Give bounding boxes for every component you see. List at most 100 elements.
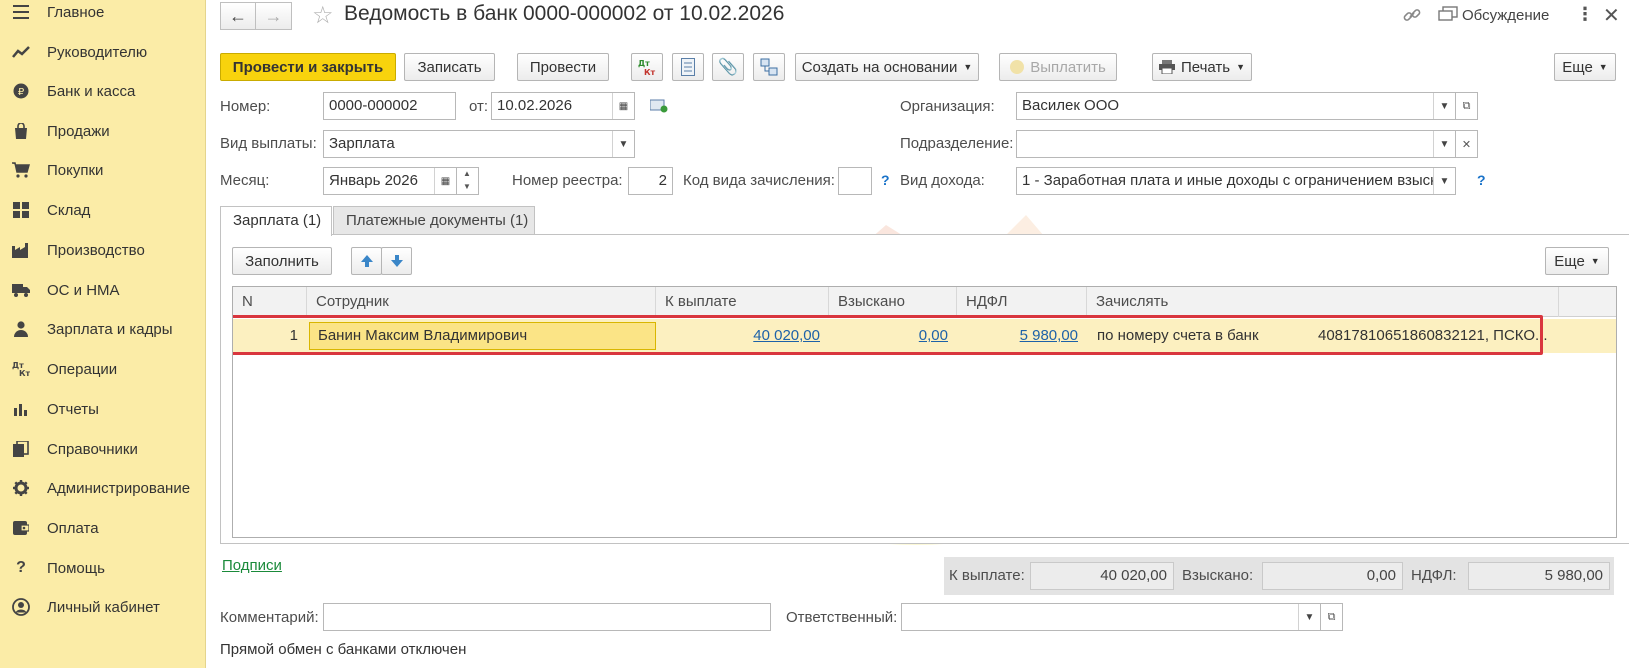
date-input[interactable]: 10.02.2026 ▦ bbox=[491, 92, 635, 120]
table-more-button[interactable]: Еще ▼ bbox=[1545, 247, 1609, 275]
chevron-down-icon: ▼ bbox=[1598, 62, 1608, 72]
sidebar-item-manager[interactable]: Руководителю bbox=[0, 35, 206, 69]
help-icon[interactable]: ? bbox=[881, 172, 890, 188]
chevron-up-icon[interactable]: ▲ bbox=[463, 169, 471, 178]
sidebar-item-operations[interactable]: Дт Кт Операции bbox=[0, 352, 206, 386]
sidebar-item-admin[interactable]: Администрирование bbox=[0, 471, 206, 505]
sidebar-item-label: Оплата bbox=[47, 519, 99, 537]
column-header-ndfl[interactable]: НДФЛ bbox=[956, 287, 1086, 317]
income-type-label: Вид дохода: bbox=[900, 172, 985, 189]
column-header-credit-method[interactable]: Зачислять bbox=[1086, 287, 1558, 317]
tab-payment-documents[interactable]: Платежные документы (1) bbox=[333, 206, 535, 235]
chevron-down-icon[interactable]: ▼ bbox=[1433, 93, 1455, 119]
sidebar-item-directories[interactable]: Справочники bbox=[0, 432, 206, 466]
column-header-collected[interactable]: Взыскано bbox=[828, 287, 956, 317]
sidebar-item-label: Помощь bbox=[47, 559, 105, 577]
tab-salary[interactable]: Зарплата (1) bbox=[220, 206, 332, 236]
comment-input[interactable] bbox=[323, 603, 771, 631]
division-select[interactable]: ▼ bbox=[1016, 130, 1456, 158]
sidebar-item-sales[interactable]: Продажи bbox=[0, 114, 206, 148]
column-header-to-pay[interactable]: К выплате bbox=[655, 287, 828, 317]
more-button[interactable]: Еще ▼ bbox=[1554, 53, 1616, 81]
chevron-down-icon[interactable]: ▼ bbox=[1298, 604, 1320, 630]
sidebar-item-label: Отчеты bbox=[47, 400, 99, 418]
gear-icon bbox=[12, 479, 30, 497]
pay-button[interactable]: Выплатить bbox=[999, 53, 1117, 81]
calendar-icon[interactable]: ▦ bbox=[434, 168, 456, 194]
attach-button[interactable]: 📎 bbox=[712, 53, 744, 81]
signatures-link[interactable]: Подписи bbox=[222, 557, 282, 574]
sidebar-item-label: Производство bbox=[47, 241, 145, 259]
forward-button[interactable]: → bbox=[256, 2, 292, 30]
help-icon[interactable]: ? bbox=[1477, 172, 1486, 188]
sidebar-item-purchases[interactable]: Покупки bbox=[0, 153, 206, 187]
sidebar-item-warehouse[interactable]: Склад bbox=[0, 193, 206, 227]
responsible-select[interactable]: ▼ bbox=[901, 603, 1321, 631]
open-responsible-button[interactable]: ⧉ bbox=[1321, 603, 1343, 631]
column-header-employee[interactable]: Сотрудник bbox=[306, 287, 655, 317]
menu-icon bbox=[12, 3, 30, 21]
arrow-left-icon: ← bbox=[229, 5, 247, 26]
sidebar-item-bank[interactable]: ₽ Банк и касса bbox=[0, 74, 206, 108]
total-ndfl-label: НДФЛ: bbox=[1411, 567, 1457, 584]
move-down-button[interactable] bbox=[381, 247, 412, 275]
sidebar-item-production[interactable]: Производство bbox=[0, 233, 206, 267]
save-button[interactable]: Записать bbox=[404, 53, 495, 81]
credit-code-input[interactable] bbox=[838, 167, 872, 195]
discussion-link[interactable]: Обсуждение bbox=[1462, 7, 1549, 24]
sidebar-item-label: Зарплата и кадры bbox=[47, 320, 173, 338]
sidebar-item-assets[interactable]: ОС и НМА bbox=[0, 273, 206, 307]
back-button[interactable]: ← bbox=[220, 2, 256, 30]
star-favorite-icon[interactable]: ☆ bbox=[312, 1, 334, 30]
sidebar-item-label: Главное bbox=[47, 3, 105, 21]
structure-button[interactable] bbox=[753, 53, 785, 81]
registry-label: Номер реестра: bbox=[512, 172, 623, 189]
sidebar-item-payment[interactable]: Оплата bbox=[0, 511, 206, 545]
column-header-n[interactable]: N bbox=[233, 287, 306, 317]
more-menu-icon[interactable]: ⋮ bbox=[1576, 4, 1594, 25]
page-title: Ведомость в банк 0000-000002 от 10.02.20… bbox=[344, 2, 785, 25]
fill-button[interactable]: Заполнить bbox=[232, 247, 332, 275]
calendar-icon[interactable]: ▦ bbox=[612, 93, 634, 119]
sidebar-item-salary[interactable]: Зарплата и кадры bbox=[0, 312, 206, 346]
registry-input[interactable]: 2 bbox=[628, 167, 673, 195]
move-up-button[interactable] bbox=[351, 247, 382, 275]
clear-division-button[interactable]: ✕ bbox=[1456, 130, 1478, 158]
close-icon[interactable]: ✕ bbox=[1603, 3, 1620, 28]
print-button[interactable]: Печать ▼ bbox=[1152, 53, 1252, 81]
sidebar-item-help[interactable]: ? Помощь bbox=[0, 551, 206, 585]
chevron-down-icon[interactable]: ▼ bbox=[463, 182, 471, 191]
sidebar-item-label: Справочники bbox=[47, 440, 138, 458]
sidebar: Главное Руководителю ₽ Банк и касса Прод… bbox=[0, 0, 206, 668]
number-label: Номер: bbox=[220, 98, 271, 115]
document-status-icon[interactable] bbox=[649, 99, 668, 117]
sidebar-item-account[interactable]: Личный кабинет bbox=[0, 590, 206, 624]
shopping-bag-icon bbox=[12, 122, 30, 140]
dt-kt-button[interactable]: Дт Кт bbox=[631, 53, 663, 81]
income-type-select[interactable]: 1 - Заработная плата и иные доходы с огр… bbox=[1016, 167, 1456, 195]
pay-type-select[interactable]: Зарплата ▼ bbox=[323, 130, 635, 158]
post-and-close-button[interactable]: Провести и закрыть bbox=[220, 53, 396, 81]
chevron-down-icon: ▼ bbox=[1236, 62, 1246, 72]
journal-button[interactable] bbox=[672, 53, 704, 81]
arrow-down-icon bbox=[390, 255, 403, 267]
open-organization-button[interactable]: ⧉ bbox=[1456, 92, 1478, 120]
open-icon: ⧉ bbox=[1462, 99, 1471, 112]
svg-text:Кт: Кт bbox=[19, 369, 30, 377]
month-input[interactable]: Январь 2026 ▦ bbox=[323, 167, 457, 195]
discussion-icon[interactable] bbox=[1438, 6, 1458, 28]
chevron-down-icon[interactable]: ▼ bbox=[612, 131, 634, 157]
post-button[interactable]: Провести bbox=[517, 53, 609, 81]
link-icon[interactable] bbox=[1401, 4, 1423, 30]
chevron-down-icon[interactable]: ▼ bbox=[1433, 131, 1455, 157]
coin-icon bbox=[1010, 60, 1025, 74]
sidebar-item-reports[interactable]: Отчеты bbox=[0, 392, 206, 426]
coin-icon: ₽ bbox=[12, 82, 30, 100]
organization-select[interactable]: Василек ООО ▼ bbox=[1016, 92, 1456, 120]
sidebar-item-label: Склад bbox=[47, 201, 91, 219]
sidebar-item-main[interactable]: Главное bbox=[0, 0, 206, 29]
number-input[interactable]: 0000-000002 bbox=[323, 92, 456, 120]
create-based-on-button[interactable]: Создать на основании ▼ bbox=[795, 53, 979, 81]
month-stepper[interactable]: ▲ ▼ bbox=[457, 167, 479, 195]
chevron-down-icon[interactable]: ▼ bbox=[1433, 168, 1455, 194]
